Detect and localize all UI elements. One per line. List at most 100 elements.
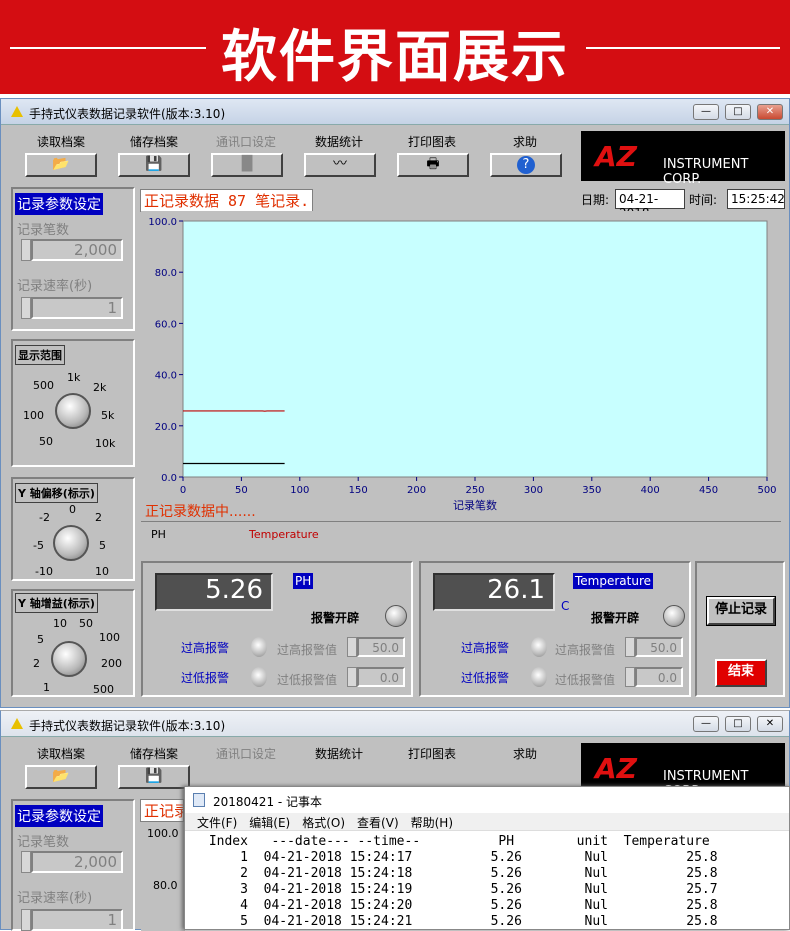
- x-tick-label: 0: [180, 485, 186, 496]
- temp-low-alarm-label: 过低报警: [461, 669, 509, 686]
- ph-high-alarm-label: 过高报警: [181, 639, 229, 656]
- maximize-button[interactable]: □: [725, 104, 751, 120]
- close-button[interactable]: ✕: [757, 104, 783, 120]
- y-tick-label: 20.0: [155, 422, 177, 433]
- y-gain-knob[interactable]: [51, 641, 87, 677]
- help-button[interactable]: ?: [490, 153, 562, 177]
- y-tick-label: 100.0: [147, 827, 179, 840]
- save-file-button-2[interactable]: 💾: [118, 765, 190, 789]
- temp-high-value-input[interactable]: 50.0: [635, 637, 683, 657]
- y-offset-knob[interactable]: [53, 525, 89, 561]
- gain-label: 50: [79, 617, 93, 630]
- record-rate-spinner-2[interactable]: [21, 909, 31, 931]
- range-label: 2k: [93, 381, 106, 394]
- notepad-icon: [193, 793, 205, 807]
- record-rate-input-2[interactable]: 1: [31, 909, 123, 931]
- y-tick-label: 100.0: [148, 217, 177, 228]
- ph-high-value-input[interactable]: 50.0: [357, 637, 405, 657]
- temp-alarm-switch[interactable]: [663, 605, 685, 627]
- menu-file[interactable]: 文件(F): [197, 816, 237, 830]
- printer-icon: 🖶: [426, 156, 439, 172]
- floppy-icon: 💾: [145, 768, 162, 784]
- temp-alarm-switch-label: 报警开辟: [591, 609, 639, 626]
- temp-low-value-label: 过低报警值: [555, 671, 615, 688]
- temp-low-spinner[interactable]: [625, 667, 635, 687]
- ph-low-value-input[interactable]: 0.0: [357, 667, 405, 687]
- temp-low-value-input[interactable]: 0.0: [635, 667, 683, 687]
- y-tick-label: 40.0: [155, 371, 177, 382]
- record-count-spinner-2[interactable]: [21, 851, 31, 873]
- notepad-text-area[interactable]: Index ---date--- --time-- PH unit Temper…: [185, 831, 789, 930]
- gain-label: 500: [93, 683, 114, 696]
- ph-low-spinner[interactable]: [347, 667, 357, 687]
- ph-high-spinner[interactable]: [347, 637, 357, 657]
- temp-display: 26.1: [433, 573, 555, 611]
- x-tick-label: 150: [349, 485, 368, 496]
- temp-high-spinner[interactable]: [625, 637, 635, 657]
- notepad-title: 20180421 - 记事本: [213, 795, 322, 809]
- range-label: 50: [39, 435, 53, 448]
- help-label-2: 求助: [485, 745, 565, 762]
- main-window: 手持式仪表数据记录软件(版本:3.10) — □ ✕ 读取档案 📂 储存档案 💾…: [0, 98, 790, 708]
- time-field: 15:25:42: [727, 189, 785, 209]
- minimize-button-2[interactable]: —: [693, 716, 719, 732]
- x-tick-label: 200: [407, 485, 426, 496]
- offset-label: 5: [99, 539, 106, 552]
- exit-button[interactable]: 结束: [715, 659, 767, 687]
- chart-panel-2: 100.0 80.0: [141, 823, 185, 931]
- open-file-label: 读取档案: [21, 133, 101, 150]
- y-offset-title: Y 轴偏移(标示): [15, 483, 98, 503]
- record-count-spinner[interactable]: [21, 239, 31, 261]
- menu-format[interactable]: 格式(O): [302, 816, 345, 830]
- record-count-input[interactable]: 2,000: [31, 239, 123, 261]
- x-tick-label: 400: [641, 485, 660, 496]
- notepad-title-bar: 20180421 - 记事本: [185, 787, 789, 813]
- second-window-title: 手持式仪表数据记录软件(版本:3.10): [29, 717, 225, 734]
- ph-alarm-switch-label: 报警开辟: [311, 609, 359, 626]
- app-icon: [11, 106, 23, 117]
- comm-port-button[interactable]: ▐▌: [211, 153, 283, 177]
- range-label: 100: [23, 409, 44, 422]
- banner: 软件界面展示: [0, 0, 790, 94]
- x-tick-label: 50: [235, 485, 248, 496]
- offset-label: -10: [35, 565, 53, 578]
- help-label: 求助: [485, 133, 565, 150]
- comm-port-label-2: 通讯口设定: [206, 745, 286, 762]
- range-label: 1k: [67, 371, 80, 384]
- open-file-button-2[interactable]: 📂: [25, 765, 97, 789]
- menu-help[interactable]: 帮助(H): [411, 816, 453, 830]
- temp-low-alarm-led: [531, 667, 547, 687]
- record-rate-spinner[interactable]: [21, 297, 31, 319]
- banner-title: 软件界面展示: [0, 12, 790, 93]
- ph-alarm-switch[interactable]: [385, 605, 407, 627]
- display-range-knob[interactable]: [55, 393, 91, 429]
- print-label-2: 打印图表: [392, 745, 472, 762]
- record-params-title: 记录参数设定: [15, 193, 103, 215]
- logo-text: INSTRUMENT CORP.: [663, 157, 785, 187]
- offset-label: 0: [69, 503, 76, 516]
- stats-label-2: 数据统计: [299, 745, 379, 762]
- stop-record-button[interactable]: 停止记录: [707, 597, 775, 625]
- print-button[interactable]: 🖶: [397, 153, 469, 177]
- open-file-button[interactable]: 📂: [25, 153, 97, 177]
- menu-view[interactable]: 查看(V): [357, 816, 399, 830]
- floppy-icon: 💾: [145, 156, 162, 172]
- app-icon-2: [11, 718, 23, 729]
- x-tick-label: 250: [465, 485, 484, 496]
- record-count-input-2[interactable]: 2,000: [31, 851, 123, 873]
- minimize-button[interactable]: —: [693, 104, 719, 120]
- temp-unit-label: Temperature: [573, 573, 653, 589]
- save-file-label-2: 储存档案: [114, 745, 194, 762]
- close-button-2[interactable]: ✕: [757, 716, 783, 732]
- maximize-button-2[interactable]: □: [725, 716, 751, 732]
- save-file-button[interactable]: 💾: [118, 153, 190, 177]
- x-tick-label: 350: [582, 485, 601, 496]
- stats-button[interactable]: 〰: [304, 153, 376, 177]
- record-params-panel-2: 记录参数设定 记录笔数 2,000 记录速率(秒) 1: [11, 799, 135, 931]
- data-row: 5 04-21-2018 15:24:21 5.26 Nul 25.8: [201, 914, 789, 930]
- print-label: 打印图表: [392, 133, 472, 150]
- record-rate-input[interactable]: 1: [31, 297, 123, 319]
- legend-temperature: Temperature: [249, 528, 319, 541]
- offset-label: 2: [95, 511, 102, 524]
- menu-edit[interactable]: 编辑(E): [249, 816, 290, 830]
